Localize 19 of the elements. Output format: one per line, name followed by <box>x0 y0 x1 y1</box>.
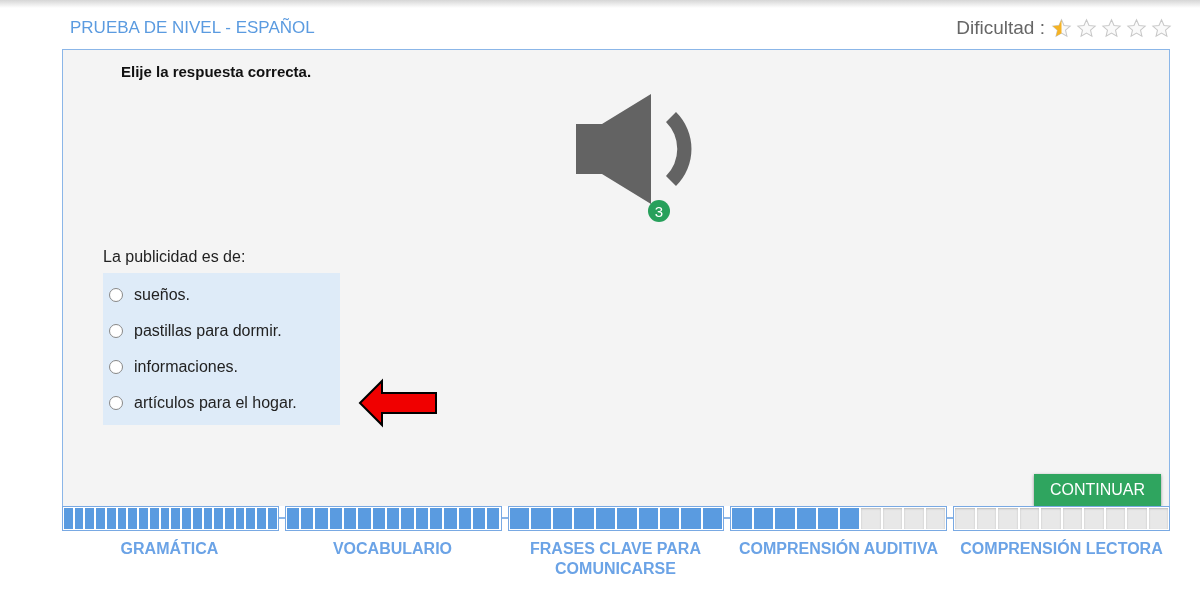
instruction-text: Elije la respuesta correcta. <box>121 63 313 80</box>
test-title: PRUEBA DE NIVEL - ESPAÑOL <box>70 18 315 38</box>
arrow-icon <box>358 378 438 428</box>
radio-button[interactable] <box>109 360 123 374</box>
section-label: COMPRENSIÓN AUDITIVA <box>738 540 939 557</box>
plays-left-badge: 3 <box>648 200 670 222</box>
section-label: VOCABULARIO <box>332 540 453 557</box>
option-label[interactable]: artículos para el hogar. <box>134 394 297 412</box>
radio-button[interactable] <box>109 396 123 410</box>
difficulty-label: Dificultad : <box>956 17 1045 39</box>
section-label: FRASES CLAVE PARA COMUNICARSE <box>530 540 701 577</box>
section-label: GRAMÁTICA <box>120 540 219 557</box>
option-label[interactable]: informaciones. <box>134 358 239 376</box>
radio-button[interactable] <box>109 288 123 302</box>
radio-button[interactable] <box>109 324 123 338</box>
section-label: COMPRENSIÓN LECTORA <box>960 540 1163 557</box>
option-label[interactable]: sueños. <box>134 286 191 304</box>
option-label[interactable]: pastillas para dormir. <box>134 322 282 340</box>
question-text: La publicidad es de: <box>103 248 247 266</box>
